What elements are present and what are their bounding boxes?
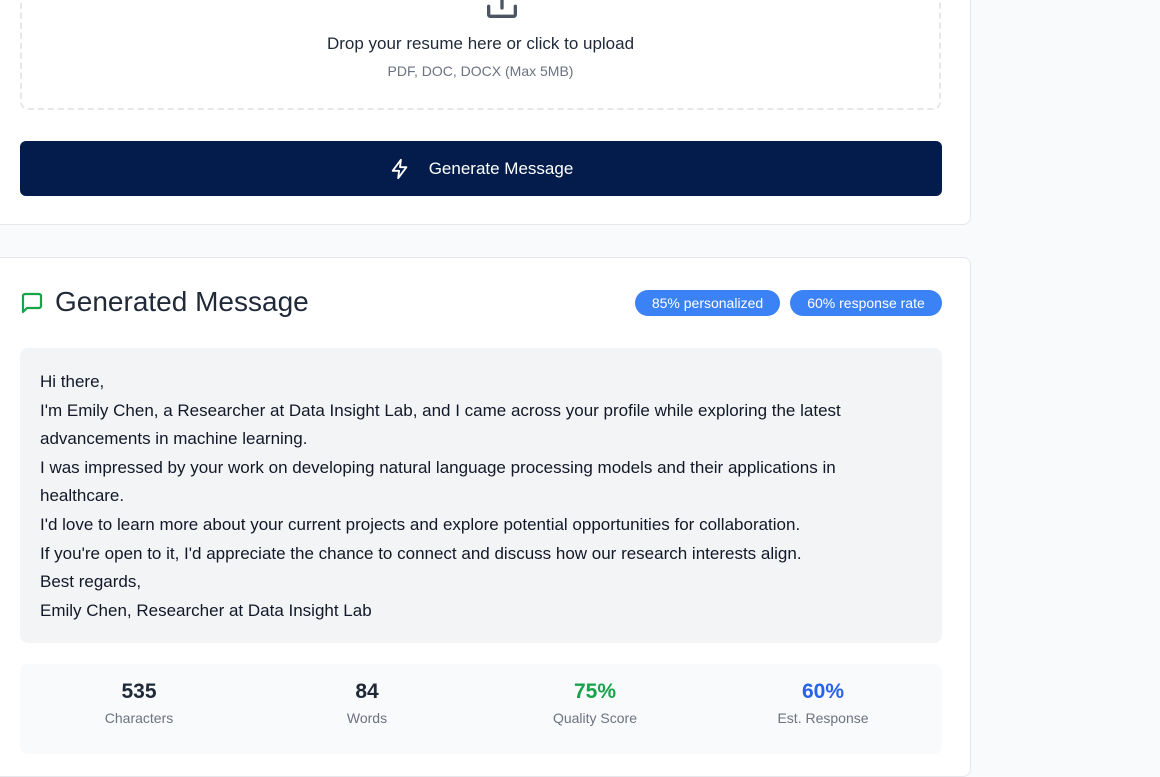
stat-characters: 535 Characters bbox=[24, 664, 254, 726]
message-line: I'd love to learn more about your curren… bbox=[40, 514, 801, 534]
message-line: I'm Emily Chen, a Researcher at Data Ins… bbox=[40, 400, 841, 449]
generate-message-button[interactable]: Generate Message bbox=[20, 141, 942, 196]
stat-value: 75% bbox=[573, 680, 617, 703]
generated-message-title: Generated Message bbox=[55, 286, 309, 317]
personalized-badge: 85% personalized bbox=[635, 290, 780, 316]
message-text-box: Hi there, I'm Emily Chen, a Researcher a… bbox=[20, 348, 942, 643]
stat-words: 84 Words bbox=[252, 664, 482, 726]
stat-value: 84 bbox=[355, 680, 379, 703]
stat-label: Characters bbox=[104, 710, 174, 726]
message-line: I was impressed by your work on developi… bbox=[40, 457, 836, 506]
message-line: If you're open to it, I'd appreciate the… bbox=[40, 543, 802, 563]
generated-message-card: Generated Message 85% personalized 60% r… bbox=[0, 257, 971, 777]
message-line: Emily Chen, Researcher at Data Insight L… bbox=[40, 600, 372, 620]
stat-label: Words bbox=[346, 710, 388, 726]
resume-dropzone[interactable]: Drop your resume here or click to upload… bbox=[20, 0, 941, 110]
stat-value: 535 bbox=[121, 680, 157, 703]
dropzone-subtitle: PDF, DOC, DOCX (Max 5MB) bbox=[387, 63, 574, 79]
message-stats: 535 Characters 84 Words 75% Quality Scor… bbox=[20, 664, 942, 754]
message-line: Hi there, bbox=[40, 372, 105, 391]
message-line: Best regards, bbox=[40, 572, 142, 592]
dropzone-title: Drop your resume here or click to upload bbox=[326, 34, 635, 53]
upload-card: Drop your resume here or click to upload… bbox=[0, 0, 971, 225]
chat-icon bbox=[21, 292, 43, 314]
stat-quality-score: 75% Quality Score bbox=[480, 664, 710, 726]
stat-value: 60% bbox=[801, 680, 845, 703]
stat-label: Quality Score bbox=[552, 710, 638, 726]
lightning-icon bbox=[391, 158, 408, 179]
stat-label: Est. Response bbox=[777, 710, 869, 726]
response-rate-badge: 60% response rate bbox=[790, 290, 942, 316]
generate-button-label: Generate Message bbox=[428, 158, 574, 178]
stat-est-response: 60% Est. Response bbox=[708, 664, 938, 726]
upload-icon bbox=[487, 0, 517, 19]
